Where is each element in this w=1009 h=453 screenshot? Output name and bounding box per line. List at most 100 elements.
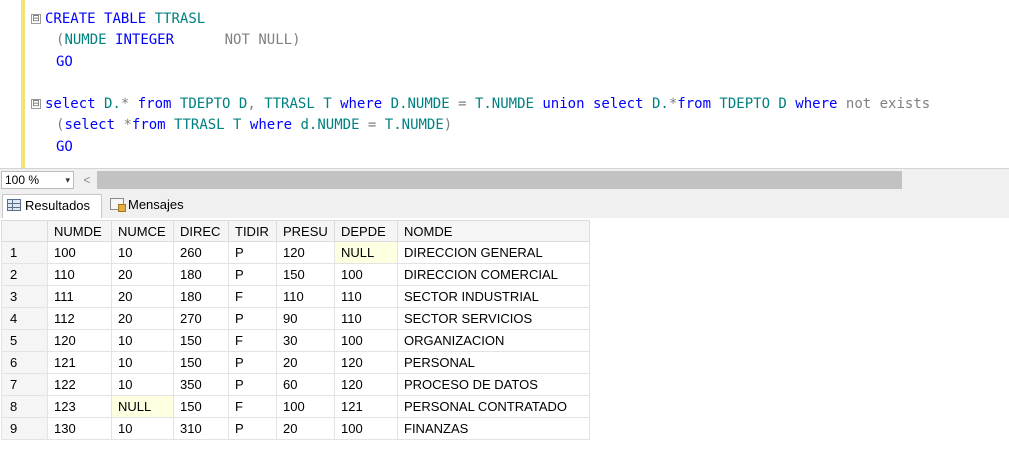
tab-results[interactable]: Resultados xyxy=(2,194,102,218)
table-cell[interactable]: 120 xyxy=(334,373,398,396)
table-cell[interactable]: 150 xyxy=(173,395,229,418)
table-row[interactable]: 7 122 10 350 P 60 120 PROCESO DE DATOS xyxy=(1,373,590,396)
zoom-select[interactable]: 100 % ▾ xyxy=(1,171,74,189)
column-header[interactable]: DIREC xyxy=(173,220,229,242)
table-cell[interactable]: 20 xyxy=(111,285,174,308)
table-cell[interactable]: DIRECCION GENERAL xyxy=(397,241,590,264)
table-row[interactable]: 6 121 10 150 P 20 120 PERSONAL xyxy=(1,351,590,374)
table-cell[interactable]: 110 xyxy=(276,285,335,308)
row-number[interactable]: 2 xyxy=(1,263,48,286)
table-cell[interactable]: 120 xyxy=(47,329,112,352)
tab-messages[interactable]: Mensajes xyxy=(106,194,198,218)
table-cell[interactable]: 100 xyxy=(276,395,335,418)
table-cell[interactable]: P xyxy=(228,417,277,440)
code-line[interactable]: GO xyxy=(33,52,930,73)
sql-editor[interactable]: ⊟ CREATE TABLE TTRASL (NUMDE INTEGER NOT N… xyxy=(0,0,1009,168)
table-cell[interactable]: 100 xyxy=(334,329,398,352)
table-cell[interactable]: 111 xyxy=(47,285,112,308)
table-cell[interactable]: 60 xyxy=(276,373,335,396)
table-cell[interactable]: 270 xyxy=(173,307,229,330)
table-cell[interactable]: 100 xyxy=(334,417,398,440)
table-cell[interactable]: F xyxy=(228,329,277,352)
table-cell[interactable]: DIRECCION COMERCIAL xyxy=(397,263,590,286)
table-cell[interactable]: 110 xyxy=(334,307,398,330)
sql-code[interactable]: ⊟ CREATE TABLE TTRASL (NUMDE INTEGER NOT N… xyxy=(31,9,930,158)
row-number[interactable]: 9 xyxy=(1,417,48,440)
table-cell[interactable]: SECTOR SERVICIOS xyxy=(397,307,590,330)
horizontal-scrollbar[interactable] xyxy=(97,171,902,189)
column-header[interactable]: DEPDE xyxy=(334,220,398,242)
table-cell[interactable]: 10 xyxy=(111,351,174,374)
table-cell[interactable]: 20 xyxy=(276,351,335,374)
column-header[interactable]: NUMCE xyxy=(111,220,174,242)
table-cell[interactable]: PERSONAL CONTRATADO xyxy=(397,395,590,418)
table-cell[interactable]: NULL xyxy=(111,395,174,418)
table-cell[interactable]: 121 xyxy=(334,395,398,418)
table-cell[interactable]: 10 xyxy=(111,373,174,396)
table-cell[interactable]: 110 xyxy=(47,263,112,286)
column-header[interactable]: NOMDE xyxy=(397,220,590,242)
table-cell[interactable]: 130 xyxy=(47,417,112,440)
table-cell[interactable]: NULL xyxy=(334,241,398,264)
table-cell[interactable]: ORGANIZACION xyxy=(397,329,590,352)
table-row[interactable]: 4 112 20 270 P 90 110 SECTOR SERVICIOS xyxy=(1,307,590,330)
table-cell[interactable]: 30 xyxy=(276,329,335,352)
column-header[interactable]: PRESU xyxy=(276,220,335,242)
table-row[interactable]: 5 120 10 150 F 30 100 ORGANIZACION xyxy=(1,329,590,352)
row-number[interactable]: 6 xyxy=(1,351,48,374)
table-cell[interactable]: F xyxy=(228,285,277,308)
table-row[interactable]: 1 100 10 260 P 120 NULL DIRECCION GENERAL xyxy=(1,241,590,264)
table-cell[interactable]: 120 xyxy=(334,351,398,374)
table-cell[interactable]: 20 xyxy=(111,263,174,286)
table-cell[interactable]: 112 xyxy=(47,307,112,330)
code-line[interactable]: (NUMDE INTEGER NOT NULL) xyxy=(33,30,930,51)
column-header[interactable]: NUMDE xyxy=(47,220,112,242)
code-line[interactable]: ⊟ select D.* from TDEPTO D, TTRASL T wher… xyxy=(31,94,930,115)
table-row[interactable]: 2 110 20 180 P 150 100 DIRECCION COMERCIAL xyxy=(1,263,590,286)
table-cell[interactable]: 350 xyxy=(173,373,229,396)
table-cell[interactable]: 100 xyxy=(47,241,112,264)
row-number[interactable]: 1 xyxy=(1,241,48,264)
table-cell[interactable]: 123 xyxy=(47,395,112,418)
chevron-down-icon[interactable]: ▾ xyxy=(65,172,70,188)
collapse-region-icon[interactable]: ⊟ xyxy=(31,14,41,24)
table-cell[interactable]: 260 xyxy=(173,241,229,264)
row-number[interactable]: 4 xyxy=(1,307,48,330)
table-cell[interactable]: PERSONAL xyxy=(397,351,590,374)
table-cell[interactable]: 150 xyxy=(173,329,229,352)
results-grid[interactable]: NUMDE NUMCE DIREC TIDIR PRESU DEPDE NOMDE 1 100… xyxy=(1,220,590,440)
row-number[interactable]: 5 xyxy=(1,329,48,352)
table-cell[interactable]: 121 xyxy=(47,351,112,374)
table-cell[interactable]: 20 xyxy=(111,307,174,330)
table-cell[interactable]: 90 xyxy=(276,307,335,330)
code-line[interactable] xyxy=(33,73,930,94)
table-row[interactable]: 9 130 10 310 P 20 100 FINANZAS xyxy=(1,417,590,440)
table-cell[interactable]: 20 xyxy=(276,417,335,440)
row-number[interactable]: 3 xyxy=(1,285,48,308)
table-cell[interactable]: P xyxy=(228,307,277,330)
table-cell[interactable]: 10 xyxy=(111,417,174,440)
row-number[interactable]: 7 xyxy=(1,373,48,396)
table-cell[interactable]: PROCESO DE DATOS xyxy=(397,373,590,396)
table-cell[interactable]: F xyxy=(228,395,277,418)
collapse-region-icon[interactable]: ⊟ xyxy=(31,99,41,110)
code-line[interactable]: (select *from TTRASL T where d.NUMDE = T… xyxy=(33,115,930,136)
table-cell[interactable]: P xyxy=(228,241,277,264)
table-cell[interactable]: 10 xyxy=(111,241,174,264)
table-cell[interactable]: FINANZAS xyxy=(397,417,590,440)
grid-corner[interactable] xyxy=(1,220,48,242)
table-cell[interactable]: 180 xyxy=(173,285,229,308)
table-cell[interactable]: 180 xyxy=(173,263,229,286)
table-cell[interactable]: 110 xyxy=(334,285,398,308)
column-header[interactable]: TIDIR xyxy=(228,220,277,242)
table-cell[interactable]: 100 xyxy=(334,263,398,286)
table-row[interactable]: 8 123 NULL 150 F 100 121 PERSONAL CONTRATADO xyxy=(1,395,590,418)
table-cell[interactable]: P xyxy=(228,351,277,374)
table-row[interactable]: 3 111 20 180 F 110 110 SECTOR INDUSTRIAL xyxy=(1,285,590,308)
table-cell[interactable]: 10 xyxy=(111,329,174,352)
scroll-left-icon[interactable]: < xyxy=(80,172,94,188)
code-line[interactable]: GO xyxy=(33,137,930,158)
table-cell[interactable]: 122 xyxy=(47,373,112,396)
table-cell[interactable]: 310 xyxy=(173,417,229,440)
row-number[interactable]: 8 xyxy=(1,395,48,418)
